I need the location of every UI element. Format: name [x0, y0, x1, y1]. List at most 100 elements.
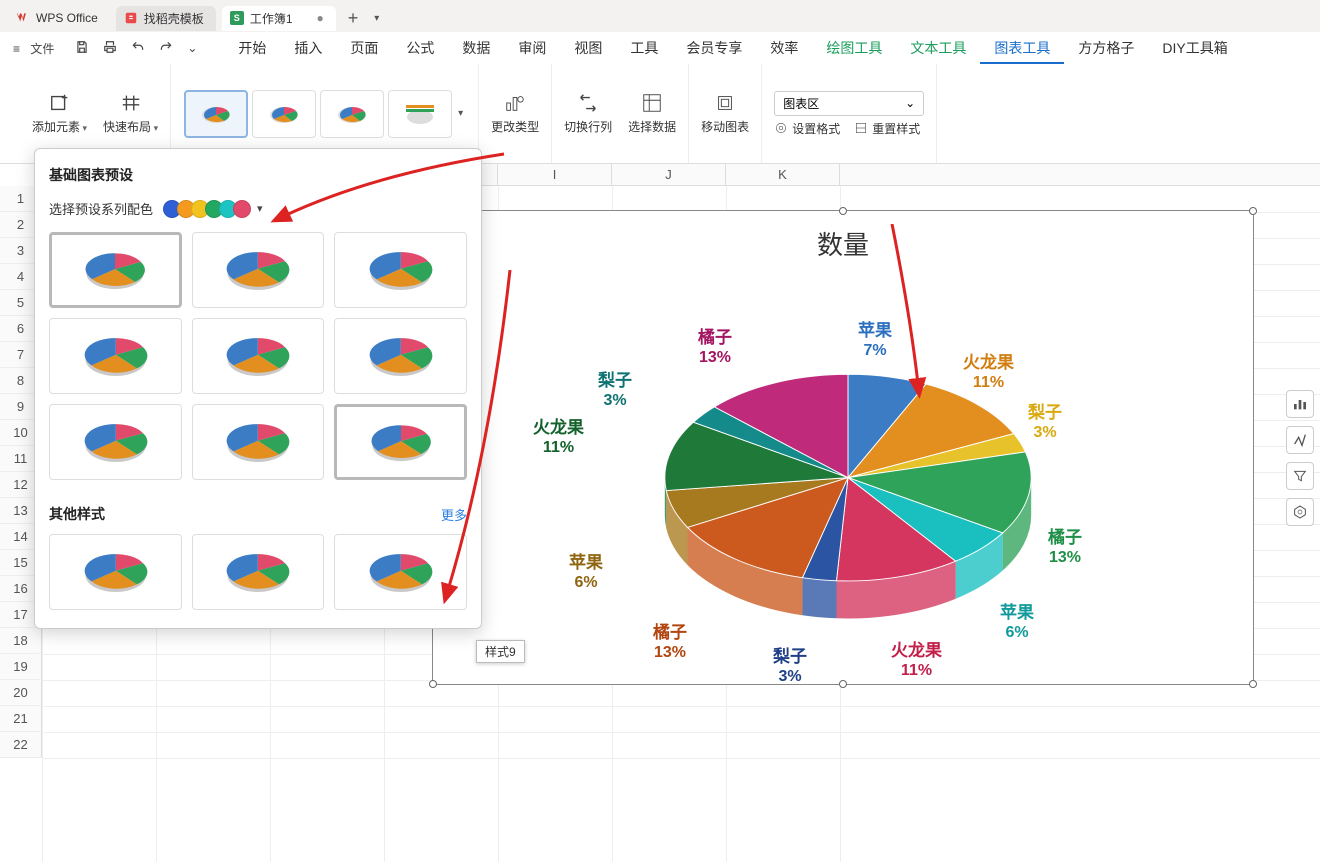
- select-data-button[interactable]: 选择数据: [628, 92, 676, 135]
- color-swatches[interactable]: [163, 200, 247, 218]
- chart-styles-icon[interactable]: [1286, 426, 1314, 454]
- preset-thumb-4[interactable]: [49, 318, 182, 394]
- preset-thumb-8[interactable]: [192, 404, 325, 480]
- menu-工具[interactable]: 工具: [616, 32, 672, 64]
- tab-wps-office[interactable]: WPS Office: [8, 7, 110, 29]
- menu-chart-tools[interactable]: 图表工具: [980, 32, 1064, 64]
- menu-方方格子[interactable]: 方方格子: [1064, 32, 1148, 64]
- slice-label: 梨子3%: [1028, 402, 1062, 443]
- window-tabbar: WPS Office 找稻壳模板 S 工作簿1 ● + ▾: [0, 0, 1320, 32]
- row-header[interactable]: 19: [0, 654, 42, 680]
- menu-开始[interactable]: 开始: [224, 32, 280, 64]
- row-header[interactable]: 18: [0, 628, 42, 654]
- chart-object[interactable]: 数量 苹果7% 火龙果11% 梨子3% 橘子13% 苹果6% 火龙果11% 梨子3% 橘子13…: [432, 210, 1254, 685]
- preset-thumb-3[interactable]: [334, 232, 467, 308]
- gallery-dropdown-icon[interactable]: ▾: [456, 108, 465, 119]
- chart-title[interactable]: 数量: [433, 211, 1253, 262]
- tab-workbook[interactable]: S 工作簿1 ●: [222, 6, 336, 31]
- set-format-button[interactable]: 设置格式: [774, 120, 840, 137]
- change-type-button[interactable]: 更改类型: [491, 92, 539, 135]
- preset-thumb-9[interactable]: [334, 404, 467, 480]
- menubar: ≡ 文件 ⌄ 开始插入页面公式数据审阅视图工具会员专享效率绘图工具文本工具图表工…: [0, 32, 1320, 64]
- row-header[interactable]: 20: [0, 680, 42, 706]
- tab-dropdown-icon[interactable]: ▾: [370, 13, 383, 24]
- undo-icon[interactable]: [124, 40, 152, 57]
- style-preset-panel: 基础图表预设 选择预设系列配色 ▾ 其他样式 更多: [34, 148, 482, 629]
- menu-视图[interactable]: 视图: [560, 32, 616, 64]
- chart-filter-icon[interactable]: [1286, 462, 1314, 490]
- menu-数据[interactable]: 数据: [448, 32, 504, 64]
- gallery-thumb-4[interactable]: [388, 90, 452, 138]
- preset-thumb-1[interactable]: [49, 232, 182, 308]
- slice-label: 梨子3%: [598, 370, 632, 411]
- new-tab-button[interactable]: +: [342, 8, 365, 29]
- group-data: 切换行列 选择数据: [552, 64, 689, 163]
- tab-label: 找稻壳模板: [144, 10, 204, 27]
- sheet-icon: S: [230, 11, 244, 25]
- print-icon[interactable]: [96, 40, 124, 57]
- chart-side-toolbar: [1286, 390, 1314, 526]
- add-element-button[interactable]: 添加元素 ▾: [32, 92, 87, 135]
- slice-label: 苹果6%: [1000, 602, 1034, 643]
- slice-label: 橘子13%: [653, 622, 687, 663]
- slice-label: 火龙果11%: [533, 417, 584, 458]
- more-link[interactable]: 更多: [441, 505, 467, 524]
- gallery-thumb-3[interactable]: [320, 90, 384, 138]
- switch-rowcol-button[interactable]: 切换行列: [564, 92, 612, 135]
- save-icon[interactable]: [68, 40, 96, 57]
- other-thumb-1[interactable]: [49, 534, 182, 610]
- menu-文本工具[interactable]: 文本工具: [896, 32, 980, 64]
- pie-chart: 苹果7%火龙果11%梨子3%橘子13%苹果6%火龙果11%梨子3%橘子13%苹果…: [433, 262, 1253, 682]
- chevron-down-icon[interactable]: ▾: [257, 202, 263, 215]
- slice-label: 梨子3%: [773, 646, 807, 687]
- menu-DIY工具箱[interactable]: DIY工具箱: [1148, 32, 1241, 64]
- chart-elements-icon[interactable]: [1286, 390, 1314, 418]
- file-menu[interactable]: ≡ 文件: [6, 40, 68, 57]
- preset-thumb-5[interactable]: [192, 318, 325, 394]
- gallery-thumb-1[interactable]: [184, 90, 248, 138]
- preset-thumb-7[interactable]: [49, 404, 182, 480]
- reset-style-button[interactable]: 重置样式: [854, 120, 920, 137]
- row-header[interactable]: 22: [0, 732, 42, 758]
- preset-thumb-6[interactable]: [334, 318, 467, 394]
- gallery-thumb-2[interactable]: [252, 90, 316, 138]
- tab-template[interactable]: 找稻壳模板: [116, 6, 216, 31]
- redo-icon[interactable]: [152, 40, 180, 57]
- slice-label: 橘子13%: [1048, 527, 1082, 568]
- tab-close-icon[interactable]: ●: [317, 11, 324, 25]
- col-header-I[interactable]: I: [498, 164, 612, 185]
- color-preset-row: 选择预设系列配色 ▾: [49, 199, 467, 218]
- group-current-selection: 图表区⌄ 设置格式 重置样式: [762, 64, 937, 163]
- qat-dropdown-icon[interactable]: ⌄: [180, 41, 204, 55]
- group-change-type: 更改类型: [479, 64, 552, 163]
- menu-审阅[interactable]: 审阅: [504, 32, 560, 64]
- chart-area-select[interactable]: 图表区⌄: [774, 91, 924, 116]
- move-chart-button[interactable]: 移动图表: [701, 92, 749, 135]
- preset-thumb-2[interactable]: [192, 232, 325, 308]
- col-header-K[interactable]: K: [726, 164, 840, 185]
- col-header-J[interactable]: J: [612, 164, 726, 185]
- template-icon: [124, 11, 138, 25]
- chevron-down-icon: ⌄: [905, 96, 915, 110]
- slice-label: 苹果7%: [858, 320, 892, 361]
- row-header[interactable]: 21: [0, 706, 42, 732]
- slice-label: 火龙果11%: [963, 352, 1014, 393]
- slice-label: 火龙果11%: [891, 640, 942, 681]
- other-thumb-3[interactable]: [334, 534, 467, 610]
- other-styles-header: 其他样式: [49, 504, 105, 524]
- menu-会员专享[interactable]: 会员专享: [672, 32, 756, 64]
- chart-settings-icon[interactable]: [1286, 498, 1314, 526]
- menu-插入[interactable]: 插入: [280, 32, 336, 64]
- wps-logo-icon: [16, 11, 30, 25]
- menu-页面[interactable]: 页面: [336, 32, 392, 64]
- menu-公式[interactable]: 公式: [392, 32, 448, 64]
- menu-绘图工具[interactable]: 绘图工具: [812, 32, 896, 64]
- menu-效率[interactable]: 效率: [756, 32, 812, 64]
- quick-layout-button[interactable]: 快速布局 ▾: [103, 92, 158, 135]
- other-thumb-2[interactable]: [192, 534, 325, 610]
- style-tooltip: 样式9: [476, 640, 525, 663]
- tab-label: 工作簿1: [250, 10, 293, 27]
- quick-access: ≡ 文件 ⌄: [6, 40, 224, 57]
- group-move: 移动图表: [689, 64, 762, 163]
- preset-header: 基础图表预设: [49, 165, 467, 185]
